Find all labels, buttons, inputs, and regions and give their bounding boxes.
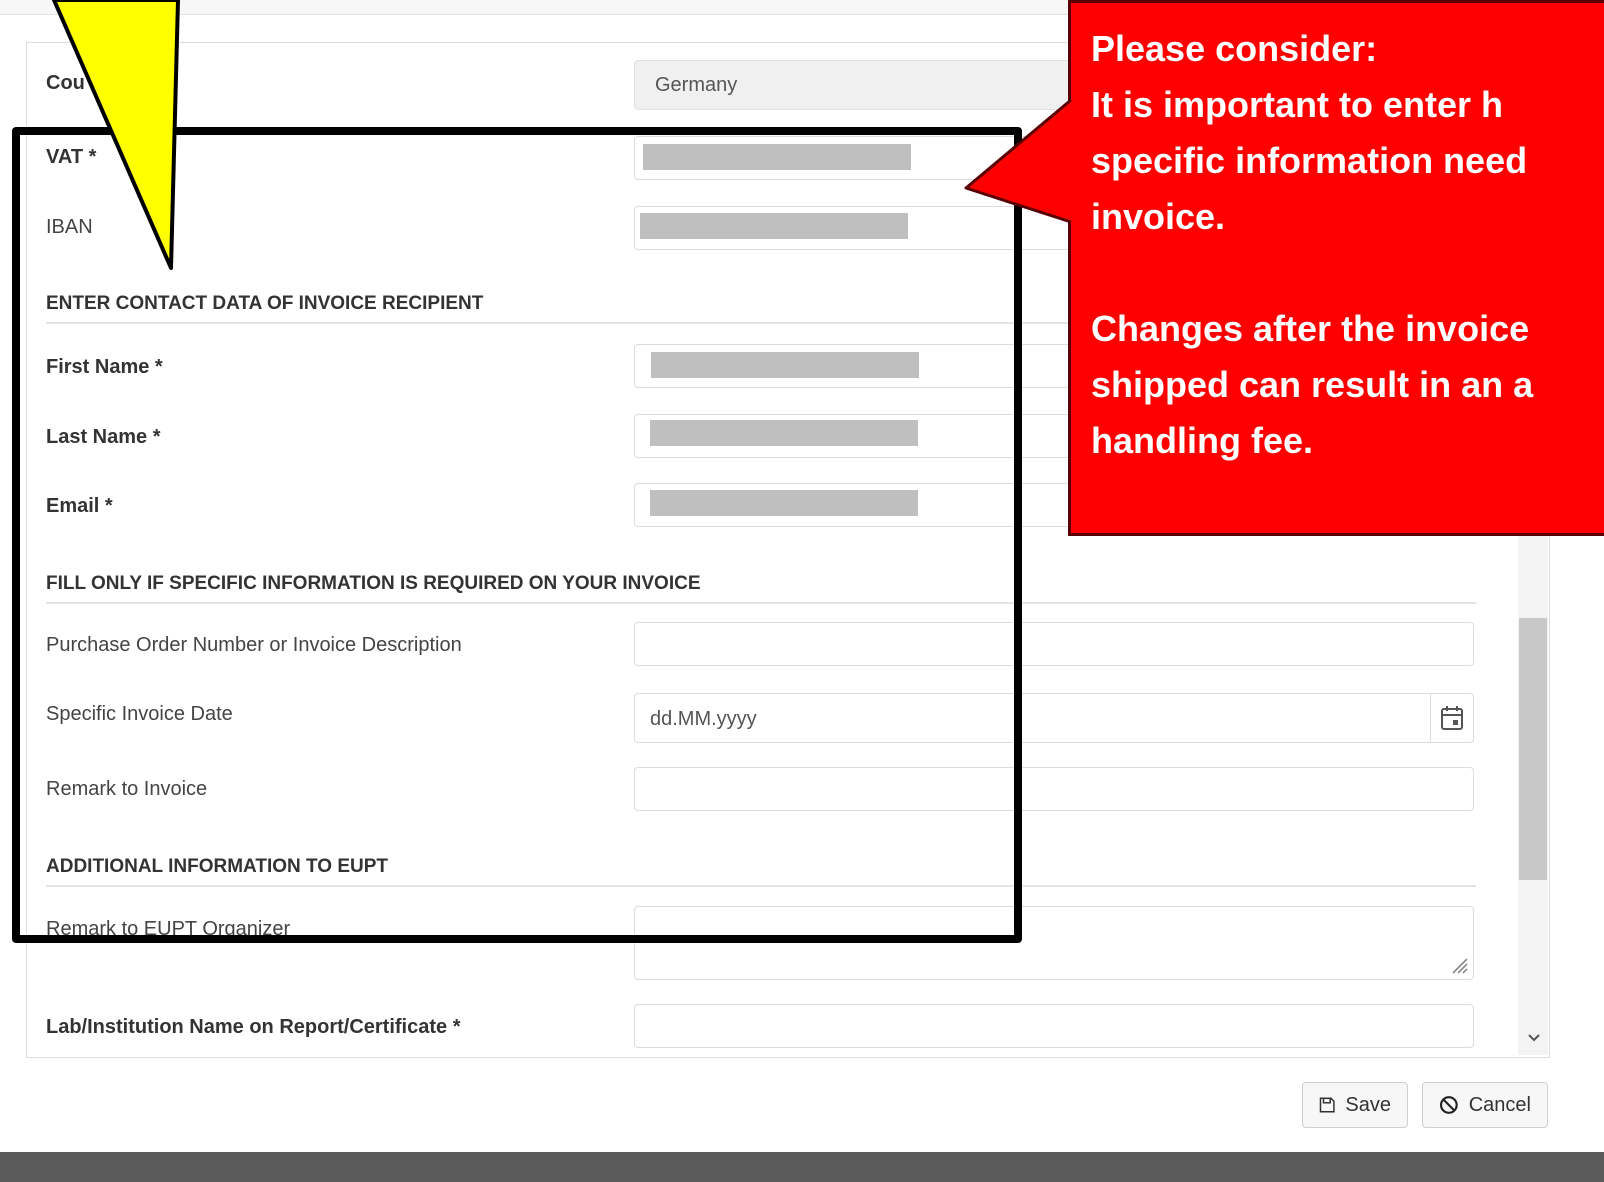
po-label: Purchase Order Number or Invoice Descrip… <box>46 634 462 656</box>
save-icon <box>1319 1097 1335 1113</box>
scroll-down-icon[interactable] <box>1524 1030 1544 1050</box>
redacted-value <box>651 352 919 378</box>
cancel-button[interactable]: Cancel <box>1422 1082 1548 1128</box>
lab-name-field[interactable] <box>634 1004 1474 1048</box>
redacted-value <box>650 420 918 446</box>
cancel-icon <box>1439 1096 1458 1114</box>
email-label: Email * <box>46 495 113 517</box>
scrollbar-thumb[interactable] <box>1519 618 1547 880</box>
callout-text: Please consider: It is important to ente… <box>1091 28 1534 461</box>
remark-organizer-label: Remark to EUPT Organizer <box>46 918 291 940</box>
save-button[interactable]: Save <box>1302 1082 1408 1128</box>
section-specific-heading: FILL ONLY IF SPECIFIC INFORMATION IS REQ… <box>46 573 1476 604</box>
resize-handle-icon[interactable] <box>1447 953 1469 975</box>
lab-name-label: Lab/Institution Name on Report/Certifica… <box>46 1016 461 1038</box>
calendar-icon[interactable] <box>1430 694 1473 742</box>
remark-organizer-textarea[interactable] <box>634 906 1474 980</box>
section-additional-heading: ADDITIONAL INFORMATION TO EUPT <box>46 856 1476 887</box>
invoice-date-label: Specific Invoice Date <box>46 703 233 725</box>
remark-invoice-field[interactable] <box>634 767 1474 811</box>
first-name-label: First Name * <box>46 356 163 378</box>
last-name-label: Last Name * <box>46 426 161 448</box>
invoice-date-placeholder: dd.MM.yyyy <box>650 708 757 730</box>
redacted-value <box>650 490 918 516</box>
cancel-button-label: Cancel <box>1468 1093 1531 1116</box>
po-field[interactable] <box>634 622 1474 666</box>
callout-pointer <box>964 98 1072 224</box>
bottom-bar <box>0 1152 1604 1182</box>
remark-invoice-label: Remark to Invoice <box>46 778 208 800</box>
save-button-label: Save <box>1345 1093 1391 1116</box>
invoice-date-field[interactable]: dd.MM.yyyy <box>634 693 1474 743</box>
callout-box: Please consider: It is important to ente… <box>1068 0 1604 536</box>
